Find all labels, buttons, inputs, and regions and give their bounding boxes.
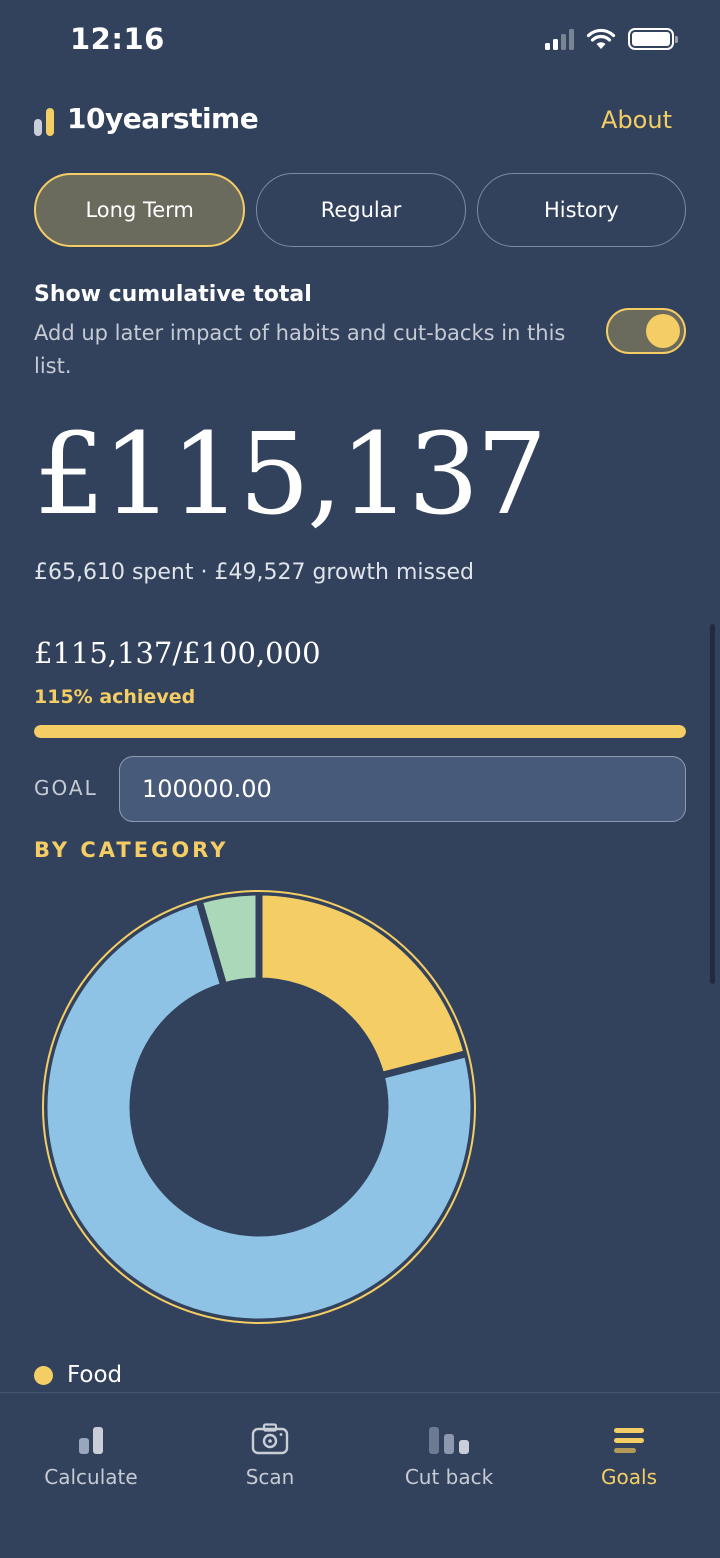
nav-label-scan: Scan [245, 1465, 295, 1489]
status-bar: 12:16 [0, 0, 720, 84]
cumulative-title: Show cumulative total [34, 282, 312, 307]
logo-icon [34, 108, 54, 136]
cellular-signal-icon [545, 28, 574, 50]
cumulative-toggle[interactable] [606, 308, 686, 354]
app-header: 10yearstime About [34, 100, 672, 144]
cut-back-icon [428, 1421, 470, 1455]
nav-calculate[interactable]: Calculate [1, 1421, 181, 1489]
goal-progress-bar [34, 725, 686, 738]
nav-label-calculate: Calculate [44, 1465, 138, 1489]
legend-dot-food [34, 1365, 53, 1385]
spent-growth-breakdown: £65,610 spent · £49,527 growth missed [34, 560, 474, 585]
tab-regular[interactable]: Regular [256, 173, 466, 247]
nav-label-goals: Goals [601, 1465, 657, 1489]
wifi-icon [586, 28, 616, 49]
cumulative-total: £115,137 [34, 410, 547, 540]
status-icons [545, 28, 678, 50]
achieved-percent: 115% achieved [34, 686, 196, 708]
cumulative-description: Add up later impact of habits and cut-ba… [34, 321, 566, 378]
category-donut-chart [42, 890, 476, 1324]
goals-icon [612, 1421, 646, 1455]
tab-long-term[interactable]: Long Term [34, 173, 246, 247]
about-link[interactable]: About [601, 106, 672, 134]
goal-input[interactable] [119, 756, 686, 822]
nav-label-cut-back: Cut back [404, 1465, 494, 1489]
legend-label-food: Food [67, 1362, 123, 1388]
battery-icon [628, 28, 678, 50]
status-time: 12:16 [70, 22, 165, 56]
cumulative-setting: Show cumulative total Add up later impac… [34, 282, 686, 383]
view-tabs: Long Term Regular History [34, 173, 686, 247]
goal-progress-text: £115,137/£100,000 [34, 636, 321, 670]
nav-scan[interactable]: Scan [180, 1421, 360, 1489]
tab-history[interactable]: History [476, 173, 686, 247]
nav-cut-back[interactable]: Cut back [359, 1421, 539, 1489]
category-legend: Food [34, 1362, 122, 1388]
bottom-nav: Calculate Scan Cut back Goals [0, 1392, 720, 1558]
app-title: 10yearstime [67, 102, 259, 135]
nav-goals[interactable]: Goals [539, 1421, 719, 1489]
scrollbar[interactable] [710, 624, 715, 984]
by-category-title: BY CATEGORY [34, 838, 229, 862]
toggle-knob [646, 314, 680, 348]
goal-label: GOAL [34, 776, 98, 800]
calculate-icon [76, 1421, 106, 1455]
scan-icon [251, 1421, 289, 1455]
goal-progress-fill [34, 725, 686, 738]
